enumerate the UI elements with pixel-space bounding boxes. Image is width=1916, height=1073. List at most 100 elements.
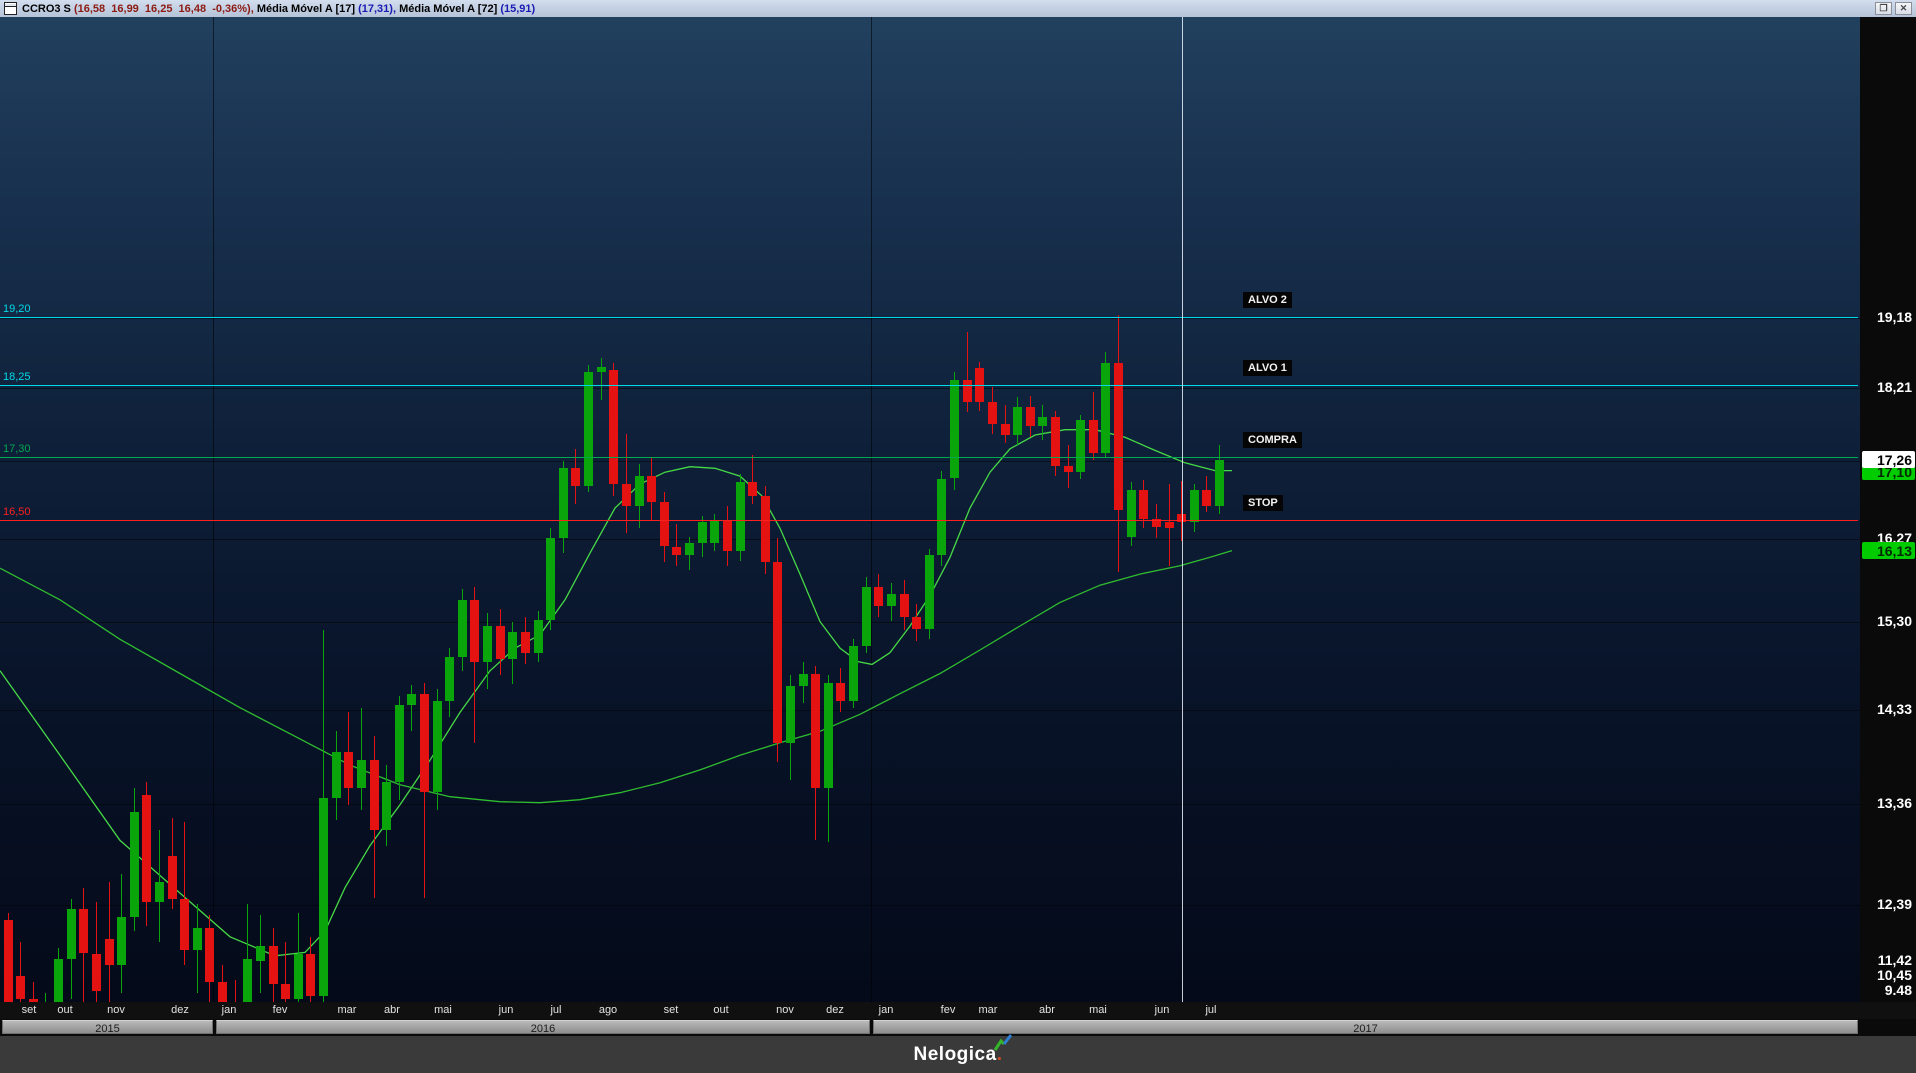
candle[interactable] [130, 812, 139, 917]
candle[interactable] [357, 760, 366, 788]
candle[interactable] [16, 976, 25, 999]
candle[interactable] [382, 782, 391, 830]
chart-plot-area[interactable]: 19,20ALVO 218,25ALVO 117,30COMPRA16,50ST… [0, 17, 1860, 1002]
candle[interactable] [609, 370, 618, 484]
candle[interactable] [395, 705, 404, 782]
candle[interactable] [306, 954, 315, 996]
candle[interactable] [142, 795, 151, 902]
candle[interactable] [1202, 490, 1211, 506]
candle[interactable] [420, 694, 429, 792]
candle[interactable] [79, 909, 88, 953]
candle[interactable] [1215, 460, 1224, 506]
candle[interactable] [887, 594, 896, 606]
candle[interactable] [445, 657, 454, 701]
candle[interactable] [836, 683, 845, 702]
level-tag-stop[interactable]: STOP [1243, 495, 1283, 511]
candle[interactable] [685, 543, 694, 555]
candle[interactable] [319, 798, 328, 996]
candle[interactable] [862, 587, 871, 647]
candle[interactable] [584, 372, 593, 486]
candle[interactable] [534, 620, 543, 653]
level-line-alvo-1[interactable] [0, 385, 1858, 386]
candle[interactable] [281, 984, 290, 999]
level-tag-alvo-1[interactable]: ALVO 1 [1243, 360, 1292, 376]
time-axis-months[interactable]: setoutnovdezjanfevmarabrmaijunjulagoseto… [0, 1002, 1916, 1019]
candle[interactable] [546, 538, 555, 620]
candle[interactable] [1001, 424, 1010, 435]
candle[interactable] [748, 482, 757, 496]
candle[interactable] [4, 920, 13, 1002]
level-line-alvo-2[interactable] [0, 317, 1858, 318]
candle[interactable] [559, 468, 568, 538]
candle[interactable] [1190, 490, 1199, 522]
candle[interactable] [256, 946, 265, 962]
candle[interactable] [900, 594, 909, 617]
year-bar[interactable]: 2016 [216, 1020, 870, 1034]
candle[interactable] [294, 954, 303, 1000]
candle[interactable] [243, 959, 252, 1002]
candle[interactable] [470, 600, 479, 662]
candle[interactable] [786, 686, 795, 742]
candle[interactable] [105, 939, 114, 965]
candle[interactable] [710, 520, 719, 543]
restore-window-button[interactable]: ❐ [1875, 2, 1892, 15]
close-window-button[interactable]: ✕ [1895, 2, 1912, 15]
candle[interactable] [218, 982, 227, 1002]
candle[interactable] [672, 547, 681, 555]
candle[interactable] [193, 928, 202, 950]
candle[interactable] [332, 752, 341, 797]
candle[interactable] [155, 882, 164, 901]
candle[interactable] [269, 946, 278, 985]
candle[interactable] [1051, 417, 1060, 466]
candle[interactable] [660, 502, 669, 546]
candle[interactable] [180, 899, 189, 951]
candle[interactable] [988, 402, 997, 425]
candle[interactable] [458, 600, 467, 657]
candle[interactable] [849, 646, 858, 701]
candle[interactable] [1101, 363, 1110, 453]
candle[interactable] [912, 617, 921, 628]
candle[interactable] [496, 626, 505, 659]
candle[interactable] [483, 626, 492, 662]
candle[interactable] [647, 476, 656, 502]
candle[interactable] [937, 479, 946, 555]
time-axis-years[interactable]: 201520162017 [0, 1019, 1916, 1036]
candle[interactable] [1026, 407, 1035, 426]
candle[interactable] [54, 959, 63, 1002]
candle[interactable] [698, 522, 707, 543]
candle[interactable] [571, 468, 580, 486]
candle[interactable] [1076, 420, 1085, 472]
candle[interactable] [433, 701, 442, 792]
candle[interactable] [635, 476, 644, 506]
candle[interactable] [773, 562, 782, 743]
candle[interactable] [1089, 420, 1098, 453]
level-line-stop[interactable] [0, 520, 1858, 521]
candle[interactable] [370, 760, 379, 830]
candle[interactable] [92, 954, 101, 992]
candle[interactable] [67, 909, 76, 959]
year-bar[interactable]: 2015 [2, 1020, 213, 1034]
candle[interactable] [168, 856, 177, 899]
year-bar[interactable]: 2017 [873, 1020, 1858, 1034]
candle[interactable] [950, 380, 959, 479]
candle[interactable] [811, 674, 820, 788]
candle[interactable] [1038, 417, 1047, 426]
candle[interactable] [1064, 466, 1073, 472]
candle[interactable] [925, 555, 934, 629]
candle[interactable] [622, 484, 631, 506]
candle[interactable] [597, 367, 606, 373]
candle[interactable] [521, 632, 530, 653]
candle[interactable] [508, 632, 517, 659]
candle[interactable] [1165, 522, 1174, 529]
candle[interactable] [1139, 490, 1148, 519]
price-axis[interactable]: 19,1818,2117,2416,2715,3014,3313,3612,39… [1860, 17, 1916, 1036]
candle[interactable] [874, 587, 883, 606]
candle[interactable] [963, 380, 972, 402]
candle[interactable] [117, 917, 126, 965]
candle[interactable] [1127, 490, 1136, 537]
window-title-bar[interactable]: CCRO3 S (16,58 16,99 16,25 16,48 -0,36%)… [0, 0, 1916, 18]
level-tag-alvo-2[interactable]: ALVO 2 [1243, 292, 1292, 308]
candle[interactable] [799, 674, 808, 687]
candle[interactable] [344, 752, 353, 787]
candle[interactable] [1013, 407, 1022, 435]
